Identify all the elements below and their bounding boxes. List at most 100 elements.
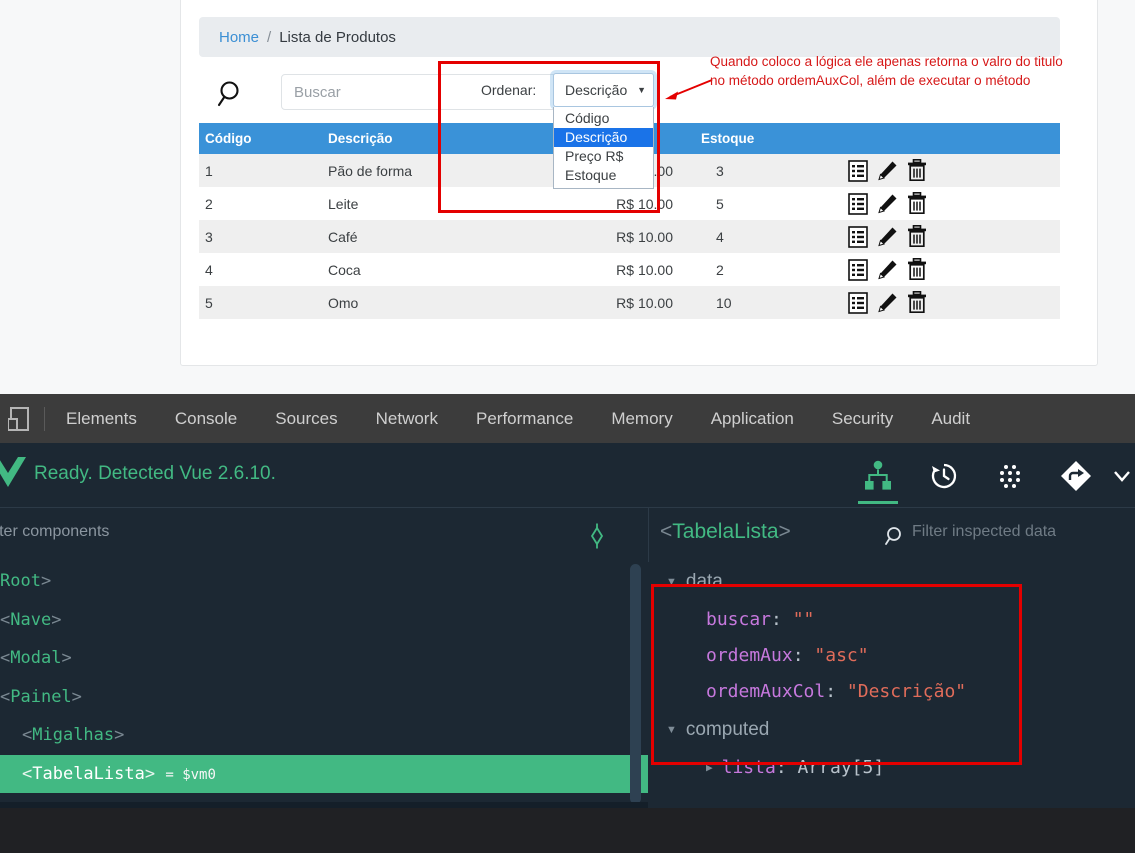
- cell-codigo: 4: [199, 253, 322, 286]
- delete-trash-icon[interactable]: [907, 225, 927, 248]
- devtools-panel: Elements Console Sources Network Perform…: [0, 394, 1135, 853]
- vue-devtools: Ready. Detected Vue 2.6.10. ilter compon…: [0, 443, 1135, 808]
- tab-console[interactable]: Console: [156, 394, 256, 443]
- breadcrumb: Home / Lista de Produtos: [199, 17, 1060, 57]
- tab-elements[interactable]: Elements: [47, 394, 156, 443]
- tree-vertical-scrollbar[interactable]: [630, 564, 641, 804]
- table-row: 2 Leite R$ 10.00 5: [199, 187, 1060, 220]
- tree-node-root[interactable]: Root>: [0, 562, 648, 601]
- sort-select-wrapper: Descrição ▼ Código Descrição Preço R$ Es…: [553, 73, 654, 189]
- cell-preco: R$ 10.00: [569, 286, 695, 319]
- th-acoes: [831, 123, 1060, 154]
- table-row: 3 Café R$ 10.00 4: [199, 220, 1060, 253]
- annotation-arrow-icon: [662, 78, 714, 109]
- cell-descricao: Omo: [322, 286, 569, 319]
- select-component-target-icon[interactable]: [583, 522, 611, 555]
- tab-network[interactable]: Network: [357, 394, 457, 443]
- cell-preco: R$ 10.00: [569, 253, 695, 286]
- details-icon[interactable]: [848, 159, 868, 182]
- routing-diamond-icon[interactable]: [1043, 453, 1109, 499]
- tab-sources[interactable]: Sources: [256, 394, 356, 443]
- th-descricao[interactable]: Descrição: [322, 123, 569, 154]
- th-codigo[interactable]: Código: [199, 123, 322, 154]
- tab-security[interactable]: Security: [813, 394, 912, 443]
- search-icon: [215, 79, 245, 109]
- inspector-item-lista[interactable]: ▶ lista: Array[5]: [648, 750, 1135, 786]
- sort-option-estoque[interactable]: Estoque: [554, 166, 653, 185]
- sort-option-descricao[interactable]: Descrição: [554, 128, 653, 147]
- tab-audits[interactable]: Audit: [912, 394, 989, 443]
- angle-open: <: [660, 520, 673, 543]
- breadcrumb-home-link[interactable]: Home: [219, 29, 259, 46]
- inspector-item-ordemAux[interactable]: ordemAux: "asc": [648, 638, 1135, 674]
- details-icon[interactable]: [848, 225, 868, 248]
- th-estoque[interactable]: Estoque: [695, 123, 831, 154]
- cell-descricao: Pão de forma: [322, 154, 569, 187]
- cell-acoes: [831, 286, 1060, 319]
- sort-select[interactable]: Descrição ▼: [553, 73, 654, 107]
- delete-trash-icon[interactable]: [907, 258, 927, 281]
- cell-acoes: [831, 187, 1060, 220]
- inspector-item-ordemAuxCol[interactable]: ordemAuxCol: "Descrição": [648, 674, 1135, 710]
- inspected-name-text: TabelaLista: [672, 520, 779, 543]
- angle-close: >: [778, 520, 791, 543]
- triangle-icon[interactable]: ▶: [706, 750, 713, 786]
- cell-estoque: 4: [695, 220, 831, 253]
- screenshot-root: Home / Lista de Produtos Ordenar: Descri…: [0, 0, 1135, 853]
- tree-node-nave[interactable]: <Nave>: [0, 601, 648, 640]
- delete-trash-icon[interactable]: [907, 159, 927, 182]
- components-tree-icon[interactable]: [845, 453, 911, 504]
- chevron-down-icon: ▼: [637, 85, 646, 95]
- tab-application[interactable]: Application: [692, 394, 813, 443]
- sort-select-value: Descrição: [565, 82, 628, 98]
- sort-select-dropdown[interactable]: Código Descrição Preço R$ Estoque: [553, 107, 654, 189]
- edit-pencil-icon[interactable]: [877, 292, 898, 314]
- details-icon[interactable]: [848, 291, 868, 314]
- tree-node-migalhas[interactable]: <Migalhas>: [0, 716, 648, 755]
- cell-estoque: 5: [695, 187, 831, 220]
- inspector-group-computed[interactable]: ▼ computed: [648, 710, 1135, 750]
- cell-acoes: [831, 220, 1060, 253]
- sort-option-codigo[interactable]: Código: [554, 109, 653, 128]
- devtools-tabbar: Elements Console Sources Network Perform…: [0, 394, 1135, 443]
- vuex-dots-icon[interactable]: [977, 453, 1043, 499]
- annotation-line-2: no método ordemAuxCol, além de executar …: [710, 73, 1031, 89]
- tree-node-tabelalista[interactable]: <TabelaLista> = $vm0: [0, 754, 648, 793]
- details-icon[interactable]: [848, 192, 868, 215]
- edit-pencil-icon[interactable]: [877, 226, 898, 248]
- history-clock-icon[interactable]: [911, 453, 977, 499]
- tree-node-painel[interactable]: <Painel>: [0, 678, 648, 717]
- inspector-group-data[interactable]: ▼ data: [648, 562, 1135, 602]
- filter-inspected-data-input[interactable]: Filter inspected data: [912, 523, 1056, 541]
- search-icon-inspector[interactable]: [884, 525, 906, 552]
- cell-preco: R$ 10.00: [569, 220, 695, 253]
- edit-pencil-icon[interactable]: [877, 259, 898, 281]
- panes-divider: [648, 508, 649, 562]
- edit-pencil-icon[interactable]: [877, 193, 898, 215]
- cell-estoque: 2: [695, 253, 831, 286]
- triangle-icon[interactable]: ▼: [666, 562, 677, 602]
- vue-devtools-header: Ready. Detected Vue 2.6.10.: [0, 443, 1135, 508]
- cell-codigo: 2: [199, 187, 322, 220]
- tree-node-modal[interactable]: <Modal>: [0, 639, 648, 678]
- filter-components-input[interactable]: ilter components: [0, 523, 109, 541]
- chevron-down-icon[interactable]: [1109, 453, 1135, 499]
- tab-memory[interactable]: Memory: [592, 394, 691, 443]
- cell-preco: R$ 10.00: [569, 187, 695, 220]
- tabbar-divider: [44, 406, 45, 431]
- device-toolbar-icon[interactable]: [0, 406, 38, 432]
- annotation-text: Quando coloco a lógica ele apenas retorn…: [710, 52, 1130, 90]
- vue-logo-icon: [0, 455, 28, 494]
- delete-trash-icon[interactable]: [907, 192, 927, 215]
- inspector-item-buscar[interactable]: buscar: "": [648, 602, 1135, 638]
- triangle-icon[interactable]: ▼: [666, 710, 677, 750]
- delete-trash-icon[interactable]: [907, 291, 927, 314]
- tab-performance[interactable]: Performance: [457, 394, 592, 443]
- edit-pencil-icon[interactable]: [877, 160, 898, 182]
- tree-horizontal-scrollbar[interactable]: [0, 802, 648, 808]
- sort-option-preco[interactable]: Preço R$: [554, 147, 653, 166]
- vue-filter-row: ilter components <TabelaLista> Filter in…: [0, 508, 1135, 562]
- cell-codigo: 1: [199, 154, 322, 187]
- cell-descricao: Coca: [322, 253, 569, 286]
- details-icon[interactable]: [848, 258, 868, 281]
